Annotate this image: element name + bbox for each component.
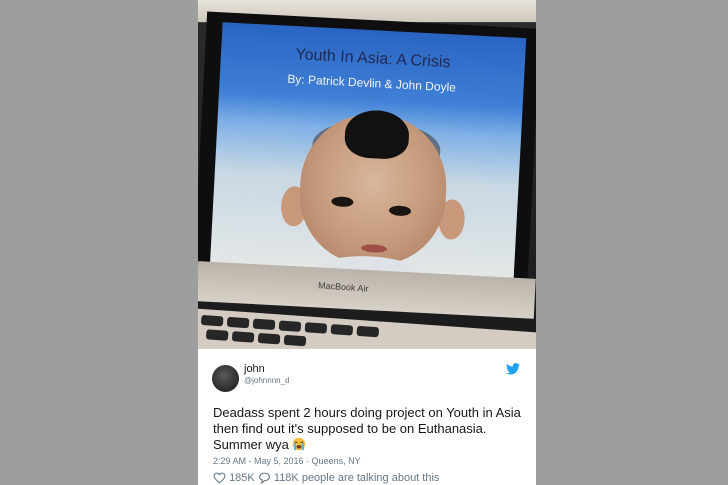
keyboard-key [226,316,250,329]
presentation-slide: Youth In Asia: A Crisis By: Patrick Devl… [209,22,527,286]
keyboard-key [356,325,380,338]
keyboard-key [257,332,281,345]
talking-count[interactable]: 118K people are talking about this [274,472,440,484]
tweet-photo[interactable]: Youth In Asia: A Crisis By: Patrick Devl… [198,0,536,349]
author-name[interactable]: john [244,363,265,375]
keyboard-key [304,322,328,334]
child-hair-tuft [343,108,411,161]
keyboard-key [200,314,224,327]
loudly-crying-face-icon [292,437,306,451]
reply-bubble-icon[interactable] [258,472,271,485]
keyboard-key [252,318,276,331]
keyboard-key [278,320,302,332]
avatar[interactable] [212,365,239,392]
tweet-stats: 185K 118K people are talking about this [213,472,440,485]
tweet-timestamp[interactable]: 2:29 AM - May 5, 2016 · Queens, NY [213,456,361,466]
tweet-text-body: Deadass spent 2 hours doing project on Y… [213,405,521,452]
keyboard-key [330,324,354,336]
keyboard-key [205,329,229,341]
tweet-body: john @johnnnn_d Deadass spent 2 hours do… [198,349,536,485]
likes-count[interactable]: 185K [229,472,255,484]
webcam-icon [367,21,373,27]
twitter-bird-icon[interactable] [506,363,520,375]
keyboard-key [283,334,307,347]
tweet-card: Youth In Asia: A Crisis By: Patrick Devl… [198,0,536,485]
laptop-screen: Youth In Asia: A Crisis By: Patrick Devl… [198,11,536,295]
keyboard-key [231,331,255,343]
tweet-text: Deadass spent 2 hours doing project on Y… [213,405,529,453]
author-handle[interactable]: @johnnnn_d [244,376,290,385]
heart-icon[interactable] [213,472,226,484]
